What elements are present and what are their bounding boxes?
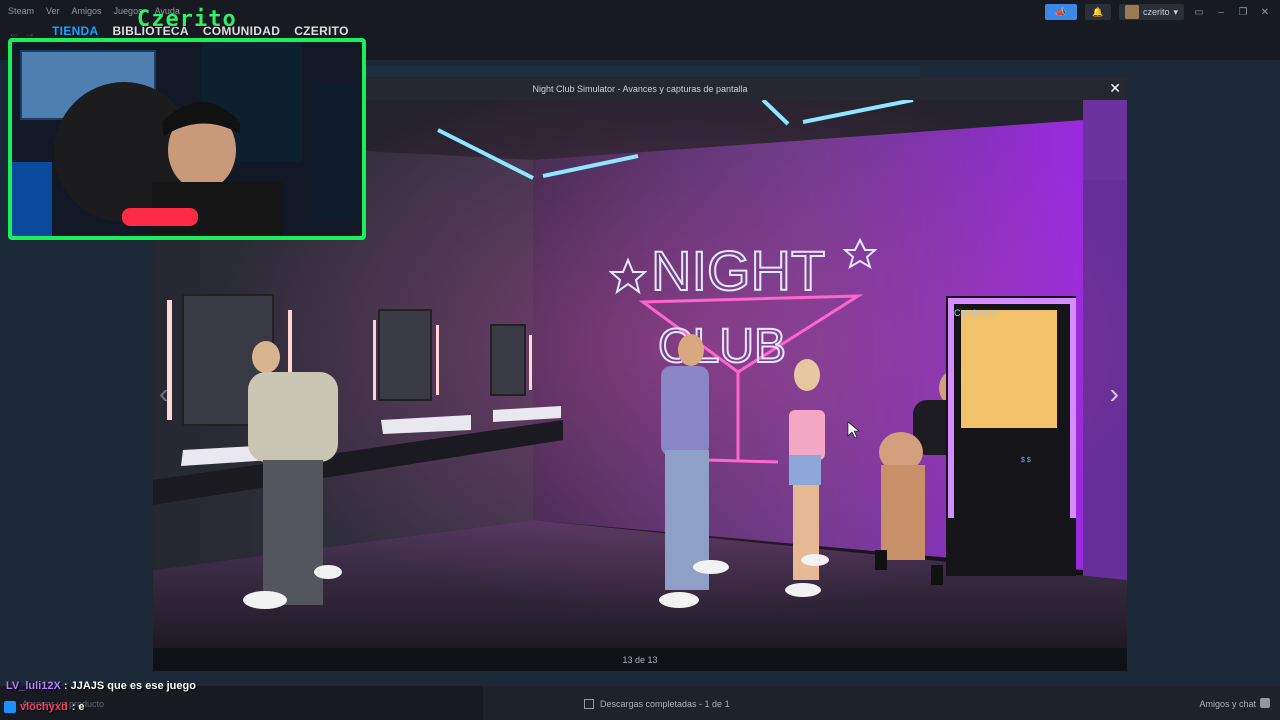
next-arrow-icon[interactable]: ›	[1110, 378, 1119, 410]
chat-text: : JJAJS que es ese juego	[63, 680, 196, 692]
menu-amigos[interactable]: Amigos	[72, 6, 102, 16]
tab-tienda[interactable]: TIENDA	[52, 24, 98, 38]
neon-club-text: CLUB	[658, 320, 786, 373]
chat-message: vlochyxd : e	[4, 701, 85, 713]
avatar	[1124, 5, 1139, 19]
webcam-overlay	[8, 38, 366, 240]
user-name: czerito	[1142, 7, 1170, 17]
streamer-name: Czerito	[137, 7, 237, 32]
megaphone-icon: 📣	[1055, 6, 1067, 17]
minimize-icon[interactable]: –	[1214, 7, 1228, 18]
announcements-button[interactable]: 📣	[1044, 4, 1077, 20]
friends-chat-icon[interactable]	[1260, 698, 1270, 708]
user-menu-button[interactable]: czerito ▾	[1118, 4, 1184, 20]
neon-night-text: NIGHT	[651, 239, 825, 302]
close-window-icon[interactable]: ✕	[1258, 7, 1272, 18]
chat-username: LV_luli12X	[6, 680, 61, 692]
machine-price-label: $ $	[1021, 457, 1031, 464]
chat-text: : e	[71, 701, 85, 713]
chat-username: vlochyxd	[20, 701, 68, 713]
downloads-text: Descargas completadas - 1 de 1	[600, 699, 730, 709]
chat-message: LV_luli12X : JJAJS que es ese juego	[6, 680, 196, 692]
monitor-icon[interactable]: ▭	[1192, 7, 1206, 18]
menu-ver[interactable]: Ver	[46, 6, 60, 16]
top-right-controls: 📣 🔔 czerito ▾ ▭ – ❐ ✕	[1044, 4, 1272, 20]
menu-steam[interactable]: Steam	[8, 6, 34, 16]
restore-icon[interactable]: ❐	[1236, 7, 1250, 18]
friends-chat-button[interactable]: Amigos y chat	[1199, 699, 1256, 709]
screenshot-counter: 13 de 13	[622, 655, 658, 665]
downloads-status[interactable]: Descargas completadas - 1 de 1	[584, 699, 730, 709]
previous-arrow-icon[interactable]: ‹	[159, 378, 168, 410]
badge-icon	[4, 701, 16, 713]
notifications-button[interactable]: 🔔	[1084, 4, 1111, 20]
download-icon	[584, 699, 594, 709]
streamer-video	[12, 42, 362, 236]
condomat-label: Condomat	[954, 308, 996, 318]
chevron-down-icon: ▾	[1173, 6, 1178, 17]
close-icon[interactable]: ✕	[1109, 80, 1121, 96]
tab-czerito[interactable]: CZERITO	[294, 24, 349, 38]
bell-icon: 🔔	[1092, 6, 1104, 17]
